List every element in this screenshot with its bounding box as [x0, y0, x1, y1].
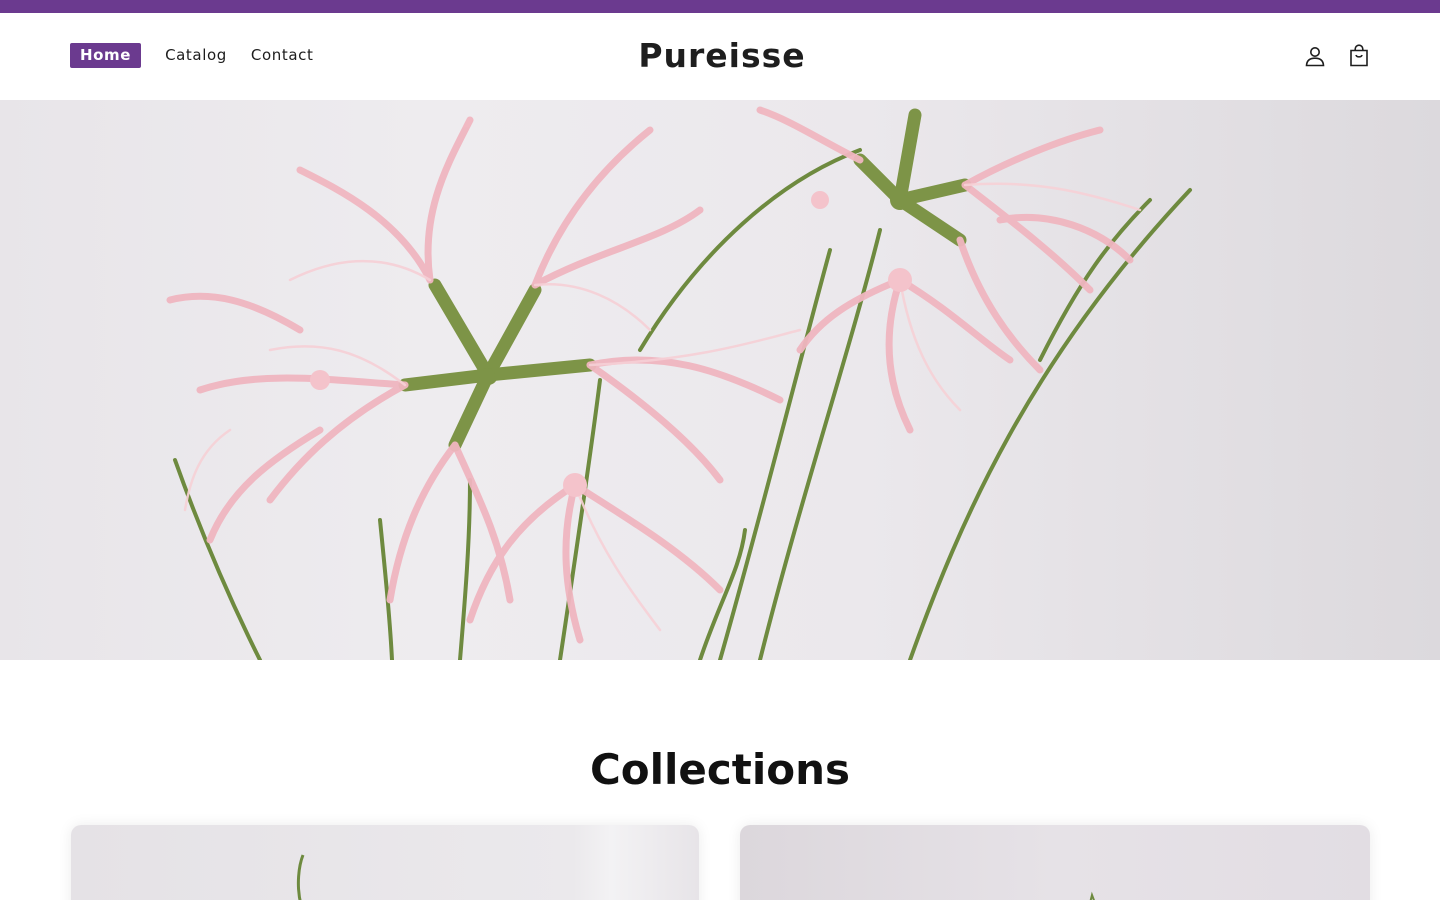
flower-stem-image — [296, 854, 305, 900]
announcement-bar — [0, 0, 1440, 13]
cart-icon[interactable] — [1346, 43, 1372, 69]
flower-arrangement-image — [1089, 891, 1095, 900]
store-name[interactable]: Pureisse — [634, 33, 805, 79]
store-logo[interactable]: Pureisse — [0, 33, 1440, 79]
collections-title: Collections — [589, 745, 851, 794]
collection-card[interactable] — [71, 825, 699, 900]
site-header: Home Catalog Contact Pureisse — [0, 13, 1440, 100]
account-icon[interactable] — [1302, 43, 1328, 69]
header-icons — [1284, 43, 1372, 69]
collection-card[interactable] — [740, 825, 1370, 900]
hero-flowers-image — [166, 106, 1192, 660]
hero-banner — [0, 100, 1440, 660]
